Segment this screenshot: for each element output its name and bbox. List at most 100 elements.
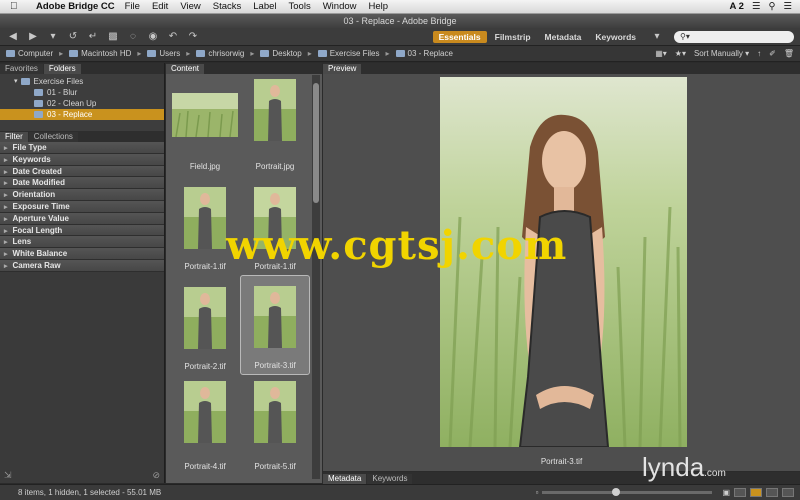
filter-file-type[interactable]: ▸ File Type bbox=[0, 142, 164, 154]
menu-extras: A 2 ☰ ⚲ ☰ bbox=[730, 1, 792, 12]
thumbnail-portrait-2[interactable]: Portrait-2.tif bbox=[170, 275, 240, 375]
tab-metadata[interactable]: Metadata bbox=[323, 474, 367, 484]
home-folder-icon bbox=[196, 50, 206, 57]
filter-aperture-value[interactable]: ▸ Aperture Value bbox=[0, 212, 164, 225]
zoom-out-icon[interactable]: ▫ bbox=[536, 488, 539, 497]
folder-item-clean-up[interactable]: 02 - Clean Up bbox=[0, 98, 164, 109]
breadcrumb-desktop[interactable]: Desktop ▸ bbox=[260, 49, 312, 58]
thumbnail-caption: Portrait-3.tif bbox=[254, 361, 296, 370]
wifi-icon[interactable]: ☰ bbox=[752, 1, 761, 12]
clear-filter-button[interactable]: ⊘ bbox=[152, 470, 160, 481]
view-as-list-button[interactable] bbox=[782, 488, 794, 497]
tab-collections[interactable]: Collections bbox=[28, 132, 78, 142]
workspace-metadata[interactable]: Metadata bbox=[539, 31, 588, 43]
tab-filter[interactable]: Filter bbox=[0, 132, 28, 142]
workspace-keywords[interactable]: Keywords bbox=[589, 31, 642, 43]
scrollbar-thumb[interactable] bbox=[313, 83, 319, 203]
sort-direction-icon[interactable]: ↑ bbox=[757, 49, 761, 58]
folder-icon bbox=[20, 78, 30, 85]
menu-edit[interactable]: Edit bbox=[152, 1, 168, 12]
view-as-thumbnails-button[interactable] bbox=[750, 488, 762, 497]
filter-date-created[interactable]: ▸ Date Created bbox=[0, 165, 164, 178]
content-panel: Content Field.jpg Portrait.jpg Portrait-… bbox=[166, 63, 322, 483]
thumbnail-portrait-3-selected[interactable]: Portrait-3.tif bbox=[240, 275, 310, 375]
window-title-bar: 03 - Replace - Adobe Bridge bbox=[0, 14, 800, 28]
workspace-menu-icon[interactable]: ▾ bbox=[650, 31, 664, 43]
workspace-filmstrip[interactable]: Filmstrip bbox=[489, 31, 537, 43]
tab-favorites[interactable]: Favorites bbox=[0, 64, 43, 74]
view-as-details-button[interactable] bbox=[766, 488, 778, 497]
menu-help[interactable]: Help bbox=[369, 1, 389, 12]
thumbnail-image bbox=[254, 381, 296, 443]
filter-lens[interactable]: ▸ Lens bbox=[0, 236, 164, 249]
breadcrumb-exercise-files[interactable]: Exercise Files ▸ bbox=[317, 49, 390, 58]
get-photos-icon[interactable]: ▩ bbox=[106, 31, 120, 43]
menu-view[interactable]: View bbox=[180, 1, 200, 12]
trash-icon[interactable]: 🗑 bbox=[784, 49, 794, 58]
back-icon[interactable]: ◀ bbox=[6, 31, 20, 43]
thumbnail-portrait-5[interactable]: Portrait-5.tif bbox=[240, 375, 310, 475]
filter-camera-raw[interactable]: ▸ Camera Raw bbox=[0, 259, 164, 272]
return-icon[interactable]: ↺ bbox=[66, 31, 80, 43]
menu-file[interactable]: File bbox=[125, 1, 140, 12]
menu-tools[interactable]: Tools bbox=[289, 1, 311, 12]
apple-icon[interactable]:  bbox=[10, 1, 26, 12]
menu-stacks[interactable]: Stacks bbox=[213, 1, 242, 12]
slider-knob[interactable] bbox=[612, 488, 621, 496]
list-icon[interactable]: ☰ bbox=[783, 1, 792, 12]
boomerang-icon[interactable]: ↵ bbox=[86, 31, 100, 43]
tab-folders[interactable]: Folders bbox=[43, 64, 81, 74]
thumbnail-portrait-4[interactable]: Portrait-4.tif bbox=[170, 375, 240, 475]
open-in-camera-raw-icon[interactable]: ◉ bbox=[146, 31, 160, 43]
thumbnail-image bbox=[254, 286, 296, 348]
thumbnail-size-slider[interactable] bbox=[542, 488, 713, 496]
breadcrumb-computer[interactable]: Computer ▸ bbox=[6, 49, 63, 58]
filter-focal-length[interactable]: ▸ Focal Length bbox=[0, 224, 164, 237]
refine-icon[interactable]: ◌ bbox=[126, 31, 140, 43]
zoom-in-icon[interactable]: ▣ bbox=[722, 488, 730, 497]
path-bar-tools: ▦▾ ★▾ Sort Manually ▾ ↑ ✐ 🗑 bbox=[655, 49, 794, 58]
spotlight-icon[interactable]: ⚲ bbox=[769, 1, 776, 12]
recent-folders-icon[interactable]: ▾ bbox=[46, 31, 60, 43]
tab-preview[interactable]: Preview bbox=[323, 64, 362, 74]
toolbar: ◀ ▶ ▾ ↺ ↵ ▩ ◌ ◉ ↶ ↷ Essentials Filmstrip… bbox=[0, 28, 800, 46]
tab-keywords[interactable]: Keywords bbox=[367, 474, 413, 484]
new-folder-icon[interactable]: ✐ bbox=[769, 49, 776, 58]
breadcrumb-user[interactable]: chrisorwig ▸ bbox=[196, 49, 254, 58]
thumbnail-caption: Portrait-5.tif bbox=[254, 462, 296, 471]
folder-item-exercise-files[interactable]: ▾ Exercise Files bbox=[0, 76, 164, 87]
thumbnail-field[interactable]: Field.jpg bbox=[170, 75, 240, 175]
breadcrumb-macintosh-hd[interactable]: Macintosh HD ▸ bbox=[69, 49, 141, 58]
thumbnail-caption: Portrait-4.tif bbox=[184, 462, 226, 471]
disclosure-icon: ▸ bbox=[4, 227, 8, 235]
input-source-indicator[interactable]: A 2 bbox=[730, 1, 744, 12]
app-menu[interactable]: Adobe Bridge CC bbox=[36, 1, 115, 12]
breadcrumb-users[interactable]: Users ▸ bbox=[147, 49, 190, 58]
filter-white-balance[interactable]: ▸ White Balance bbox=[0, 248, 164, 260]
rotate-left-icon[interactable]: ↶ bbox=[166, 31, 180, 43]
filter-orientation[interactable]: ▸ Orientation bbox=[0, 189, 164, 201]
breadcrumb-current[interactable]: 03 - Replace bbox=[395, 49, 453, 58]
filter-exposure-time[interactable]: ▸ Exposure Time bbox=[0, 200, 164, 213]
menu-label[interactable]: Label bbox=[253, 1, 276, 12]
search-input[interactable]: ⚲▾ bbox=[674, 30, 794, 43]
rotate-right-icon[interactable]: ↷ bbox=[186, 31, 200, 43]
forward-icon[interactable]: ▶ bbox=[26, 31, 40, 43]
workspace-essentials[interactable]: Essentials bbox=[432, 30, 487, 43]
content-scrollbar[interactable] bbox=[312, 75, 320, 479]
disclosure-open-icon[interactable]: ▾ bbox=[14, 76, 18, 87]
drive-icon bbox=[69, 50, 79, 57]
folder-item-replace[interactable]: 03 - Replace bbox=[0, 109, 164, 120]
menu-window[interactable]: Window bbox=[323, 1, 357, 12]
sort-menu[interactable]: Sort Manually ▾ bbox=[694, 49, 749, 58]
lock-thumbnail-grid-button[interactable] bbox=[734, 488, 746, 497]
thumbnail-quality-icon[interactable]: ▦▾ bbox=[655, 49, 667, 58]
clear-filter-icon[interactable]: ⇲ bbox=[4, 470, 12, 481]
thumbnail-caption: Field.jpg bbox=[189, 162, 221, 171]
filter-rating-icon[interactable]: ★▾ bbox=[675, 49, 686, 58]
folder-item-blur[interactable]: 01 - Blur bbox=[0, 87, 164, 98]
tab-content[interactable]: Content bbox=[166, 64, 205, 74]
filter-keywords[interactable]: ▸ Keywords bbox=[0, 153, 164, 166]
thumbnail-portrait[interactable]: Portrait.jpg bbox=[240, 75, 310, 175]
filter-date-modified[interactable]: ▸ Date Modified bbox=[0, 177, 164, 190]
